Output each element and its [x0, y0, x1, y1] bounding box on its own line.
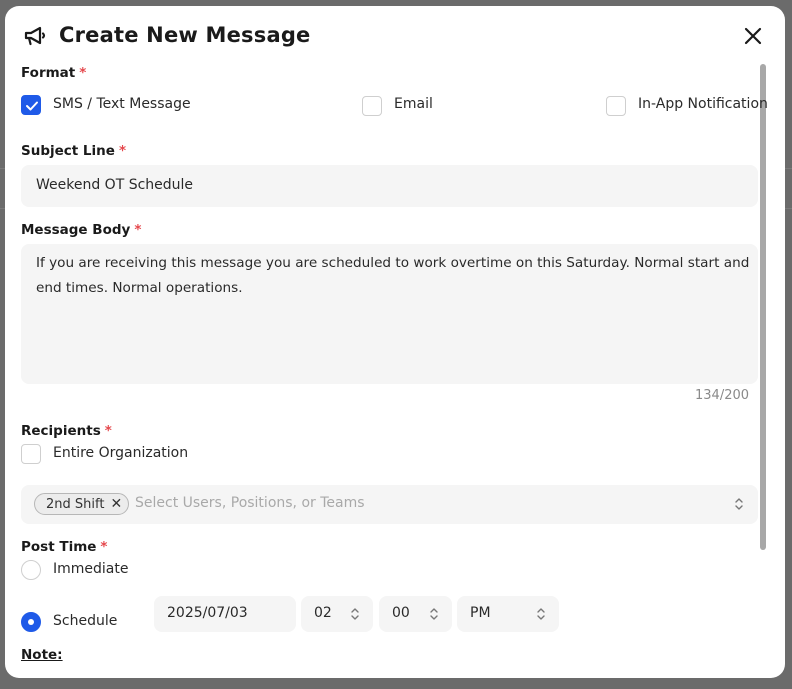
- format-label: Format *: [21, 65, 87, 81]
- message-body-line: If you are receiving this message you ar…: [36, 255, 750, 271]
- subject-label: Subject Line *: [21, 143, 126, 159]
- in-app-checkbox[interactable]: [606, 96, 626, 116]
- email-checkbox[interactable]: [362, 96, 382, 116]
- remove-chip-icon[interactable]: ✕: [110, 497, 122, 511]
- entire-organization-label: Entire Organization: [53, 445, 189, 461]
- modal-title: Create New Message: [59, 23, 311, 47]
- ampm-value: PM: [470, 605, 491, 621]
- create-message-modal: Create New Message Format * SMS / Text Me…: [5, 6, 785, 678]
- chevron-updown-icon: [430, 608, 438, 620]
- chevron-updown-icon: [351, 608, 359, 620]
- modal-header: Create New Message: [5, 6, 785, 62]
- close-icon[interactable]: [743, 26, 763, 46]
- entire-organization-checkbox[interactable]: [21, 444, 41, 464]
- ampm-select[interactable]: PM: [457, 596, 559, 632]
- recipient-chip: 2nd Shift ✕: [34, 493, 130, 515]
- message-body-line: end times. Normal operations.: [36, 280, 243, 296]
- message-body-textarea[interactable]: If you are receiving this message you ar…: [21, 244, 758, 384]
- character-counter: 134/200: [695, 388, 750, 403]
- sms-checkbox[interactable]: [21, 95, 41, 115]
- minute-select[interactable]: 00: [379, 596, 452, 632]
- chevron-updown-icon: [735, 498, 743, 510]
- subject-value: Weekend OT Schedule: [36, 177, 194, 193]
- chevron-updown-icon: [537, 608, 545, 620]
- minute-value: 00: [392, 605, 410, 621]
- email-option-label: Email: [394, 96, 433, 112]
- post-time-label: Post Time *: [21, 539, 108, 555]
- immediate-label: Immediate: [53, 561, 129, 577]
- sms-option-label: SMS / Text Message: [53, 96, 191, 112]
- megaphone-icon: [24, 26, 46, 46]
- immediate-radio[interactable]: [21, 560, 41, 580]
- recipients-select[interactable]: 2nd Shift ✕ Select Users, Positions, or …: [21, 485, 758, 524]
- subject-input[interactable]: Weekend OT Schedule: [21, 165, 758, 207]
- scrollbar[interactable]: [760, 64, 766, 550]
- schedule-date-value: 2025/07/03: [167, 605, 248, 621]
- hour-value: 02: [314, 605, 332, 621]
- note-label: Note:: [21, 647, 63, 663]
- schedule-date-input[interactable]: 2025/07/03: [154, 596, 296, 632]
- checkmark-icon: [26, 101, 38, 111]
- schedule-radio[interactable]: [21, 612, 41, 632]
- message-body-label: Message Body *: [21, 222, 142, 238]
- schedule-label: Schedule: [53, 613, 118, 629]
- hour-select[interactable]: 02: [301, 596, 373, 632]
- recipient-chip-label: 2nd Shift: [46, 496, 105, 512]
- in-app-option-label: In-App Notification: [638, 96, 768, 112]
- recipients-label: Recipients *: [21, 423, 112, 439]
- recipients-placeholder: Select Users, Positions, or Teams: [135, 495, 365, 511]
